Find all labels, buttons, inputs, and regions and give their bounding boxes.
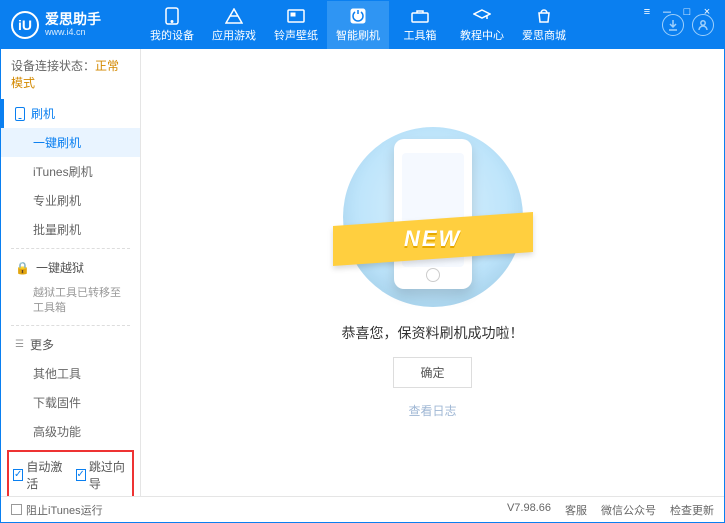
flash-icon: [349, 7, 367, 25]
lock-icon: 🔒: [15, 261, 30, 275]
app-url: www.i4.cn: [45, 28, 101, 38]
nav-store[interactable]: 爱思商城: [513, 1, 575, 49]
divider: [11, 325, 130, 326]
ok-button[interactable]: 确定: [393, 357, 471, 388]
phone-icon: [15, 107, 25, 121]
logo: iU 爱思助手 www.i4.cn: [11, 11, 141, 39]
apps-icon: [225, 7, 243, 25]
sidebar-item-othertools[interactable]: 其他工具: [1, 359, 140, 388]
wallpaper-icon: [287, 7, 305, 25]
view-log-link[interactable]: 查看日志: [408, 402, 456, 419]
sidebar-item-pro[interactable]: 专业刷机: [1, 186, 140, 215]
version-label: V7.98.66: [507, 502, 551, 518]
nav-ringtones[interactable]: 铃声壁纸: [265, 1, 327, 49]
success-illustration: NEW: [343, 127, 523, 307]
chevron-down-icon: ☰: [15, 339, 24, 350]
toolbox-icon: [411, 7, 429, 25]
menu-icon[interactable]: ≡: [640, 5, 654, 19]
nav-my-device[interactable]: 我的设备: [141, 1, 203, 49]
sidebar-item-firmware[interactable]: 下载固件: [1, 388, 140, 417]
sidebar-item-batch[interactable]: 批量刷机: [1, 215, 140, 244]
nav-apps[interactable]: 应用游戏: [203, 1, 265, 49]
checkbox-skip-guide[interactable]: ✓ 跳过向导: [76, 458, 129, 492]
window-controls: ≡ － □ ×: [640, 5, 714, 19]
tutorial-icon: [473, 7, 491, 25]
section-flash[interactable]: 刷机: [1, 99, 140, 128]
app-window: ≡ － □ × iU 爱思助手 www.i4.cn 我的设备 应用游戏 铃声壁纸: [0, 0, 725, 523]
checkbox-block-itunes[interactable]: 阻止iTunes运行: [11, 502, 103, 518]
app-title: 爱思助手: [45, 12, 101, 27]
checkbox-group-highlight: ✓ 自动激活 ✓ 跳过向导: [7, 450, 134, 496]
maximize-icon[interactable]: □: [680, 5, 694, 19]
checkbox-icon: ✓: [76, 469, 86, 481]
nav-flash[interactable]: 智能刷机: [327, 1, 389, 49]
checkbox-auto-activate[interactable]: ✓ 自动激活: [13, 458, 66, 492]
nav-tutorials[interactable]: 教程中心: [451, 1, 513, 49]
nav-toolbox[interactable]: 工具箱: [389, 1, 451, 49]
status-bar: 阻止iTunes运行 V7.98.66 客服 微信公众号 检查更新: [1, 496, 724, 522]
title-bar: ≡ － □ × iU 爱思助手 www.i4.cn 我的设备 应用游戏 铃声壁纸: [1, 1, 724, 49]
wechat-link[interactable]: 微信公众号: [601, 502, 656, 518]
minimize-icon[interactable]: －: [660, 5, 674, 19]
section-more[interactable]: ☰ 更多: [1, 330, 140, 359]
success-message: 恭喜您，保资料刷机成功啦！: [342, 323, 524, 343]
support-link[interactable]: 客服: [565, 502, 587, 518]
body: 设备连接状态：正常模式 刷机 一键刷机 iTunes刷机 专业刷机 批量刷机 🔒…: [1, 49, 724, 496]
sidebar-item-oneclick[interactable]: 一键刷机: [1, 128, 140, 157]
main-nav: 我的设备 应用游戏 铃声壁纸 智能刷机 工具箱 教程中心: [141, 1, 662, 49]
store-icon: [535, 7, 553, 25]
section-jailbreak[interactable]: 🔒 一键越狱: [1, 253, 140, 282]
divider: [11, 248, 130, 249]
check-update-link[interactable]: 检查更新: [670, 502, 714, 518]
sidebar-item-advanced[interactable]: 高级功能: [1, 417, 140, 446]
close-icon[interactable]: ×: [700, 5, 714, 19]
checkbox-icon: ✓: [13, 469, 23, 481]
sidebar-item-itunes[interactable]: iTunes刷机: [1, 157, 140, 186]
main-content: NEW 恭喜您，保资料刷机成功啦！ 确定 查看日志: [141, 49, 724, 496]
logo-icon: iU: [11, 11, 39, 39]
sidebar: 设备连接状态：正常模式 刷机 一键刷机 iTunes刷机 专业刷机 批量刷机 🔒…: [1, 49, 141, 496]
connection-status: 设备连接状态：正常模式: [1, 49, 140, 99]
device-icon: [163, 7, 181, 25]
checkbox-icon: [11, 504, 22, 515]
jailbreak-note: 越狱工具已转移至工具箱: [1, 282, 140, 321]
